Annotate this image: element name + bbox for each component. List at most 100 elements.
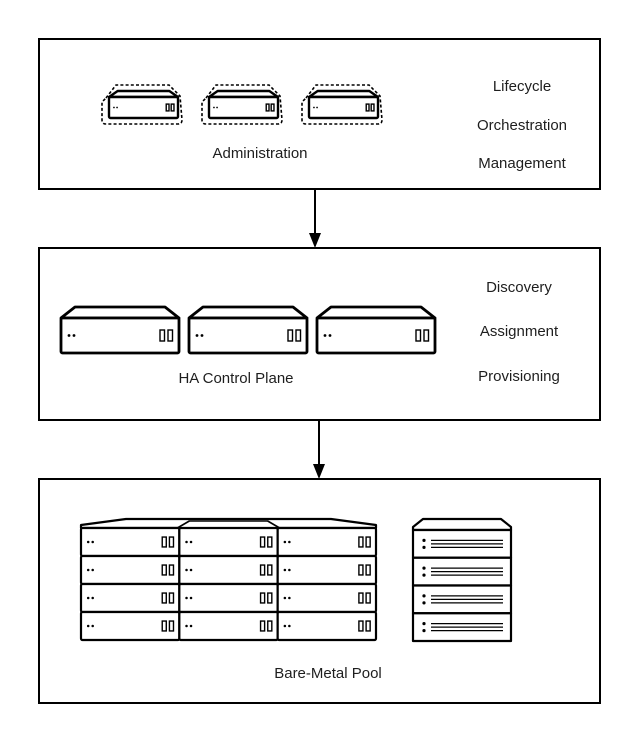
drive-bay-icon (267, 536, 273, 548)
drive-bay-icon (358, 592, 364, 604)
server-icon (315, 305, 437, 355)
storage-unit (411, 612, 513, 643)
status-led-icon (283, 596, 287, 600)
status-led-icon (91, 568, 94, 572)
status-led-icon (189, 596, 193, 600)
administration-nodes (101, 84, 383, 125)
drive-bay-icon (265, 103, 270, 112)
status-led-icon (422, 545, 426, 549)
drive-bay-icon (287, 329, 294, 342)
drive-bay-icon (259, 592, 266, 604)
drive-bay-icon (358, 536, 364, 548)
status-led-icon (422, 601, 426, 605)
status-led-icon (213, 106, 215, 109)
status-led-icon (328, 334, 332, 337)
status-led-icon (86, 568, 90, 572)
function-label: Discovery (486, 279, 552, 296)
drive-bay-icon (295, 329, 302, 342)
status-led-icon (116, 106, 118, 109)
rack-server (276, 582, 378, 614)
rack-server (79, 554, 181, 586)
status-led-icon (422, 538, 426, 542)
drive-bay-icon (170, 103, 175, 112)
drive-bay-icon (358, 620, 364, 632)
drive-bay-icon (259, 536, 266, 548)
drive-bay-icon (365, 536, 371, 548)
connector-admin-to-control (309, 189, 321, 248)
tier-bare-metal-pool: Bare-Metal Pool (38, 478, 601, 704)
status-led-icon (185, 568, 188, 572)
status-led-icon (185, 596, 188, 600)
storage-unit (411, 528, 513, 559)
storage-stack (411, 517, 513, 643)
compute-rack (79, 517, 378, 642)
drive-bay-icon (167, 329, 174, 342)
server-top (315, 305, 437, 320)
status-led-icon (283, 624, 287, 628)
drive-bay-icon (267, 564, 273, 576)
status-led-icon (288, 624, 291, 628)
server-icon (307, 89, 380, 120)
drive-bay-icon (165, 103, 170, 112)
drive-bay-icon (168, 564, 175, 576)
connector-control-to-pool (313, 420, 325, 479)
drive-bay-icon (267, 620, 273, 632)
status-led-icon (288, 540, 291, 544)
drive-bay-icon (259, 564, 266, 576)
rack-server (178, 554, 279, 586)
status-led-icon (185, 624, 188, 628)
status-led-icon (288, 596, 291, 600)
status-led-icon (195, 334, 199, 337)
rack-server (79, 610, 181, 642)
status-led-icon (189, 568, 193, 572)
drive-bay-icon (423, 329, 430, 342)
rack-server (178, 610, 279, 642)
drive-bay-icon (365, 592, 371, 604)
status-led-icon (86, 596, 90, 600)
rack-server (276, 526, 378, 558)
tier-administration: Administration Lifecycle Orchestration M… (38, 38, 601, 190)
server-icon (107, 89, 180, 120)
function-label: Lifecycle (493, 78, 551, 95)
drive-bay-icon (365, 620, 371, 632)
drive-bay-icon (270, 103, 275, 112)
drive-bay-icon (370, 103, 375, 112)
rack-server (79, 582, 181, 614)
drive-bay-icon (159, 329, 166, 342)
status-led-icon (422, 573, 426, 577)
function-label: Orchestration (477, 117, 567, 134)
tier-label-ha-control-plane: HA Control Plane (178, 370, 293, 387)
status-led-icon (86, 624, 90, 628)
drive-bay-icon (168, 592, 175, 604)
tier-ha-control-plane: HA Control Plane Discovery Assignment Pr… (38, 247, 601, 421)
status-led-icon (185, 540, 188, 544)
server-icon (59, 305, 181, 355)
rack-server (178, 526, 279, 558)
status-led-icon (72, 334, 76, 337)
drive-bay-icon (161, 620, 167, 632)
status-led-icon (189, 624, 193, 628)
status-led-icon (316, 106, 318, 109)
storage-unit (411, 556, 513, 587)
status-led-icon (67, 334, 71, 337)
drive-bay-icon (168, 620, 175, 632)
drive-bay-icon (161, 536, 167, 548)
function-label: Assignment (480, 323, 559, 340)
arrowhead-icon (313, 464, 325, 479)
status-led-icon (91, 624, 94, 628)
drive-bay-icon (161, 592, 167, 604)
status-led-icon (422, 594, 426, 598)
rack-server (276, 554, 378, 586)
drive-bay-icon (267, 592, 273, 604)
status-led-icon (113, 106, 115, 109)
architecture-diagram: Administration Lifecycle Orchestration M… (38, 38, 601, 704)
tier-label-administration: Administration (212, 145, 307, 162)
server-top (187, 305, 309, 320)
rack-server (178, 582, 279, 614)
tier-label-bare-metal-pool: Bare-Metal Pool (274, 665, 382, 682)
drive-bay-icon (365, 103, 370, 112)
arrowhead-icon (309, 233, 321, 248)
drive-bay-icon (365, 564, 371, 576)
rack-server (276, 610, 378, 642)
status-led-icon (200, 334, 204, 337)
